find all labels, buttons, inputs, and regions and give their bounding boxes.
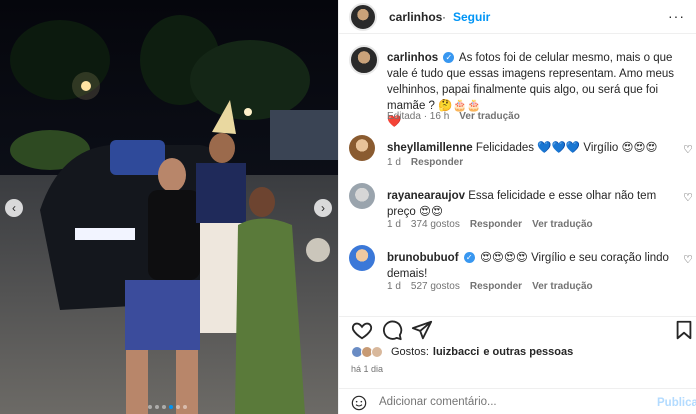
post-side-panel: carlinhos · Seguir ··· carlinhos ✓ As fo… <box>338 0 696 414</box>
translate-link[interactable]: Ver tradução <box>532 219 593 230</box>
translate-link[interactable]: Ver tradução <box>532 281 593 292</box>
caption-meta: Editada · 16 h Ver tradução <box>387 111 520 122</box>
chevron-right-icon: › <box>321 201 325 215</box>
share-icon[interactable] <box>411 319 433 341</box>
comment-meta: 1 d 374 gostos Responder Ver tradução <box>387 219 593 230</box>
reply-link[interactable]: Responder <box>470 281 522 292</box>
avatar[interactable] <box>349 3 377 31</box>
comment-time: 1 d <box>387 281 401 292</box>
comment-username[interactable]: sheyllamillenne <box>387 142 473 154</box>
next-photo-button[interactable]: › <box>314 199 332 217</box>
like-comment-icon[interactable]: ♡ <box>683 191 693 204</box>
carousel-dot <box>176 405 180 409</box>
photo-image <box>0 0 338 414</box>
comment-meta: 1 d Responder <box>387 157 463 168</box>
verified-icon: ✓ <box>443 52 455 64</box>
comment-input[interactable] <box>379 396 629 408</box>
comment-text-block: rayanearaujov Essa felicidade e esse olh… <box>387 188 677 220</box>
avatar[interactable] <box>349 245 375 271</box>
reply-link[interactable]: Responder <box>470 219 522 230</box>
comment-time: 1 d <box>387 219 401 230</box>
likes-prefix: Gostos: <box>391 346 429 358</box>
bookmark-icon[interactable] <box>673 319 695 341</box>
carousel-dot <box>162 405 166 409</box>
emoji-icon[interactable] <box>351 395 367 411</box>
header-username[interactable]: carlinhos <box>389 10 442 24</box>
caption-edited: Editada · 16 h <box>387 111 450 122</box>
more-options-icon[interactable]: ··· <box>668 8 685 24</box>
comment-username[interactable]: brunobubuof <box>387 252 459 264</box>
follow-button[interactable]: Seguir <box>453 10 490 24</box>
caption-username[interactable]: carlinhos <box>387 52 438 64</box>
verified-icon: ✓ <box>463 252 475 264</box>
heart-icon[interactable] <box>351 319 373 341</box>
comment-likes[interactable]: 374 gostos <box>411 219 460 230</box>
post-time[interactable]: há 1 dia <box>351 364 383 374</box>
reply-link[interactable]: Responder <box>411 157 463 168</box>
comment-time: 1 d <box>387 157 401 168</box>
comment-username[interactable]: rayanearaujov <box>387 190 465 202</box>
avatar[interactable] <box>349 135 375 161</box>
avatar[interactable] <box>349 45 379 75</box>
likes-others[interactable]: e outras pessoas <box>483 346 573 358</box>
previous-photo-button[interactable]: ‹ <box>5 199 23 217</box>
carousel-dot <box>155 405 159 409</box>
chevron-left-icon: ‹ <box>12 201 16 215</box>
post-photo[interactable]: ‹ › <box>0 0 338 414</box>
comment-text-block: sheyllamillenne Felicidades 💙💙💙 Virgílio… <box>387 140 677 156</box>
likes-user[interactable]: luizbacci <box>433 346 479 358</box>
carousel-dot <box>148 405 152 409</box>
comment-meta: 1 d 527 gostos Responder Ver tradução <box>387 281 593 292</box>
post-comment-button[interactable]: Publicar <box>657 397 696 409</box>
separator-dot: · <box>442 10 446 24</box>
avatar <box>371 346 383 358</box>
comment-text: Felicidades 💙💙💙 Virgílio 😍😍😍 <box>475 142 658 154</box>
carousel-dot-active <box>169 405 173 409</box>
comment-text-block: brunobubuof ✓ 😍😍😍😍 Virgílio e seu coraçã… <box>387 250 677 282</box>
add-comment-bar: Publicar <box>339 388 696 414</box>
carousel-dot <box>183 405 187 409</box>
carousel-dots <box>148 405 187 409</box>
translate-link[interactable]: Ver tradução <box>459 111 520 122</box>
post-header: carlinhos · Seguir ··· <box>339 0 696 34</box>
like-comment-icon[interactable]: ♡ <box>683 143 693 156</box>
comment-icon[interactable] <box>381 319 403 341</box>
like-comment-icon[interactable]: ♡ <box>683 253 693 266</box>
avatar[interactable] <box>349 183 375 209</box>
likes-summary: Gostos: luizbacci e outras pessoas <box>351 346 573 358</box>
comment-likes[interactable]: 527 gostos <box>411 281 460 292</box>
post-actions <box>339 316 696 346</box>
